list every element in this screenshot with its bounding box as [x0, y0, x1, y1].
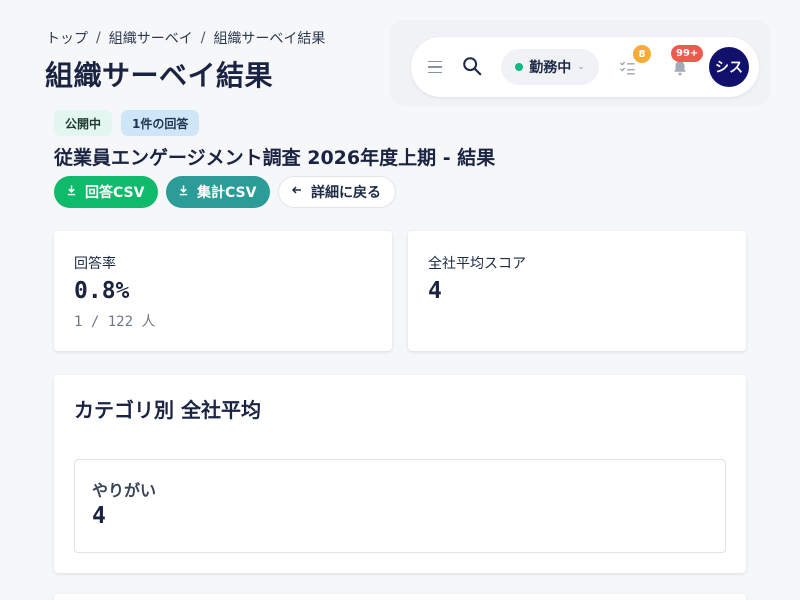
download-summary-csv-button[interactable]: 集計CSV	[166, 176, 270, 208]
section-title: カテゴリ別 全社平均	[74, 398, 261, 422]
menu-icon[interactable]	[423, 55, 447, 79]
status-badge: 公開中	[54, 110, 113, 136]
response-rate-value: 0.8%	[74, 278, 130, 304]
survey-title: 従業員エンゲージメント調査 2026年度上期 - 結果	[54, 147, 496, 169]
back-to-details-button[interactable]: 詳細に戻る	[278, 176, 396, 208]
download-icon	[66, 184, 77, 200]
notifications-count-badge: 99+	[671, 45, 704, 62]
breadcrumb-separator: /	[96, 30, 101, 46]
breadcrumb-separator: /	[200, 30, 206, 46]
average-score-value: 4	[428, 278, 442, 304]
response-count-badge: 1件の回答	[121, 110, 200, 136]
breadcrumb-item-top[interactable]: トップ	[46, 28, 88, 48]
category-name: やりがい	[92, 481, 157, 500]
average-score-card: 全社平均スコア 4	[408, 231, 746, 351]
status-dot-icon	[515, 63, 524, 71]
download-summary-csv-label: 集計CSV	[197, 185, 257, 201]
average-score-label: 全社平均スコア	[428, 256, 526, 272]
chevron-down-icon: ⌄	[577, 62, 585, 72]
download-responses-csv-label: 回答CSV	[85, 185, 145, 201]
download-responses-csv-button[interactable]: 回答CSV	[54, 176, 158, 208]
page-title: 組織サーベイ結果	[45, 59, 274, 92]
response-rate-card: 回答率 0.8% 1 / 122 人	[54, 231, 392, 351]
next-section-card	[54, 594, 746, 600]
work-status-dropdown[interactable]: 勤務中 ⌄	[501, 49, 599, 85]
user-avatar[interactable]: シス	[709, 47, 749, 87]
work-status-label: 勤務中	[529, 60, 572, 76]
breadcrumb: トップ / 組織サーベイ / 組織サーベイ結果	[46, 28, 325, 48]
tasks-count-badge: 8	[633, 45, 651, 63]
breadcrumb-item-current: 組織サーベイ結果	[213, 31, 326, 47]
back-to-details-label: 詳細に戻る	[311, 185, 381, 201]
download-icon	[178, 184, 189, 200]
topbar: 勤務中 ⌄ 8 99+ シス	[411, 37, 759, 97]
arrow-left-icon	[291, 184, 303, 200]
category-average-section: カテゴリ別 全社平均 やりがい 4	[54, 375, 746, 573]
search-icon[interactable]	[459, 53, 485, 79]
category-item: やりがい 4	[74, 459, 726, 553]
breadcrumb-item-survey[interactable]: 組織サーベイ	[109, 28, 193, 48]
response-rate-detail: 1 / 122 人	[74, 314, 156, 330]
category-value: 4	[92, 503, 106, 529]
response-rate-label: 回答率	[74, 256, 116, 272]
app-page: トップ / 組織サーベイ / 組織サーベイ結果 組織サーベイ結果 勤務中 ⌄ 8…	[0, 0, 800, 600]
